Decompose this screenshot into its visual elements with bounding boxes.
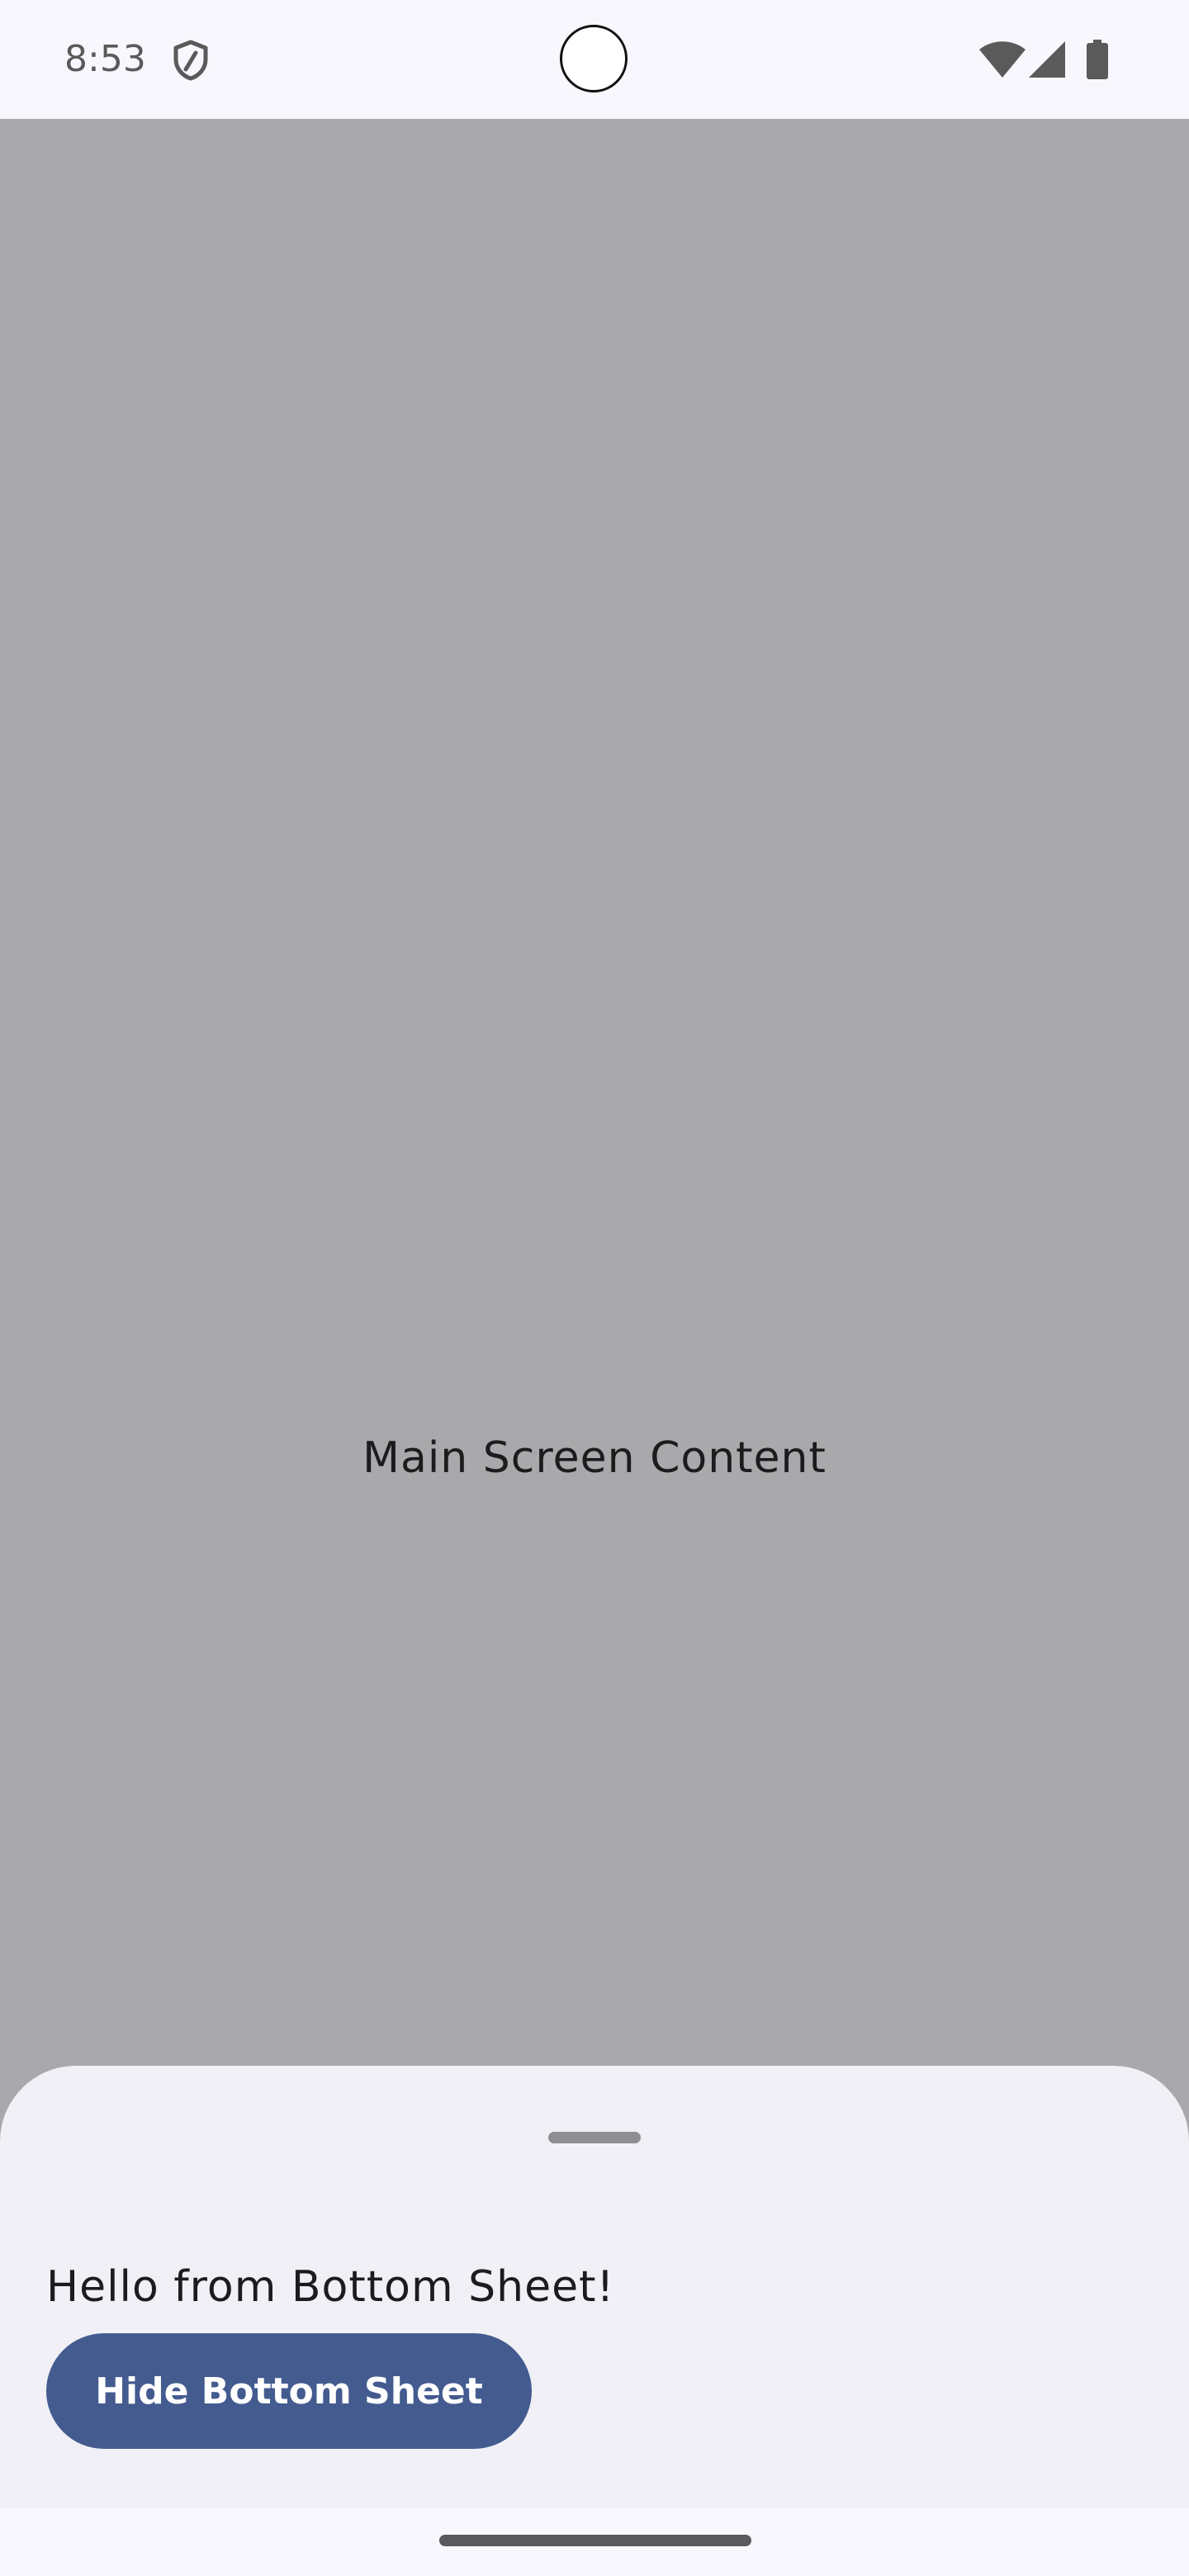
status-bar: 8:53 xyxy=(0,0,1189,119)
battery-icon xyxy=(1087,40,1108,79)
shield-icon xyxy=(172,40,210,81)
drag-handle[interactable] xyxy=(548,2132,641,2143)
signal-icon xyxy=(1029,41,1065,78)
bottom-sheet: Hello from Bottom Sheet! Hide Bottom She… xyxy=(0,2066,1189,2508)
wifi-icon xyxy=(979,41,1026,78)
main-content-text: Main Screen Content xyxy=(362,1433,827,1483)
navigation-bar xyxy=(0,2508,1189,2576)
gesture-handle[interactable] xyxy=(439,2535,751,2546)
bottom-sheet-message: Hello from Bottom Sheet! xyxy=(46,2262,615,2312)
camera-cutout xyxy=(560,25,628,92)
hide-bottom-sheet-button[interactable]: Hide Bottom Sheet xyxy=(46,2333,532,2449)
status-time: 8:53 xyxy=(64,38,146,80)
